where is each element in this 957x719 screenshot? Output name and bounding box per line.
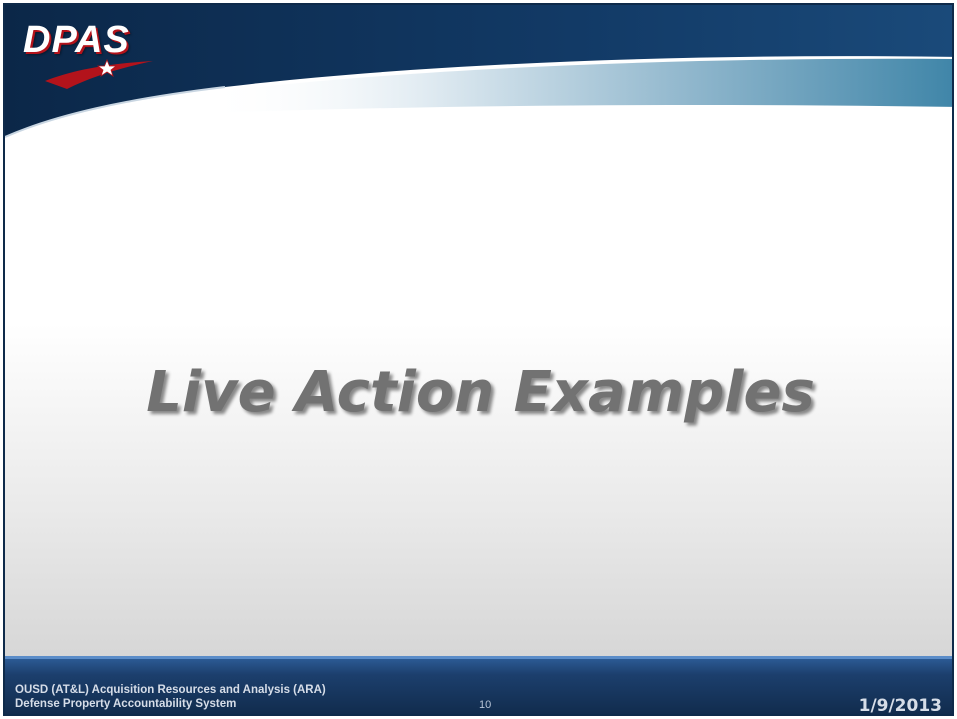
footer-bar: OUSD (AT&L) Acquisition Resources and An… (5, 656, 952, 716)
slide-title: Live Action Examples (146, 360, 815, 425)
slide-date: 1/9/2013 (858, 696, 942, 716)
dpas-logo: DPAS (23, 19, 130, 62)
slide-number: 10 (479, 699, 492, 711)
footer-divider (5, 656, 952, 659)
slide: DPAS Live Action Examples OUSD (AT&L) Ac… (3, 3, 954, 716)
dpas-logo-icon (45, 59, 153, 89)
footer-organization: OUSD (AT&L) Acquisition Resources and An… (15, 683, 326, 711)
footer-org-line1: OUSD (AT&L) Acquisition Resources and An… (15, 684, 326, 696)
dpas-logo-text: DPAS (23, 19, 130, 61)
footer-org-line2: Defense Property Accountability System (15, 698, 237, 710)
